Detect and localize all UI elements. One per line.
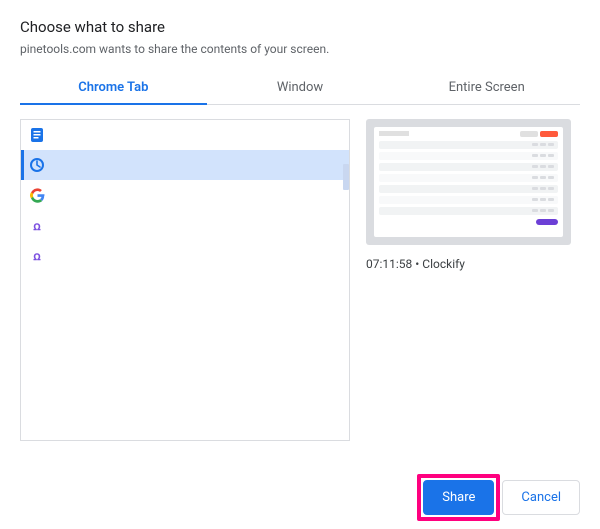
dialog-body: ꭥ ꭥ 07:11:58 • Clockify bbox=[20, 119, 580, 472]
tab-list-item[interactable] bbox=[21, 120, 349, 150]
source-type-tabs: Chrome Tab Window Entire Screen bbox=[20, 70, 580, 105]
dialog-footer: Share Cancel bbox=[20, 480, 580, 515]
tab-list-pane[interactable]: ꭥ ꭥ bbox=[20, 119, 350, 441]
tab-entire-screen[interactable]: Entire Screen bbox=[393, 70, 580, 104]
share-button[interactable]: Share bbox=[423, 480, 494, 515]
dialog-title: Choose what to share bbox=[20, 18, 580, 36]
tab-list-item[interactable] bbox=[21, 180, 349, 210]
clockify-icon bbox=[29, 157, 45, 173]
tab-list-item[interactable] bbox=[21, 150, 349, 180]
tab-list-item[interactable]: ꭥ bbox=[21, 210, 349, 240]
preview-label: 07:11:58 • Clockify bbox=[366, 257, 580, 271]
document-icon bbox=[29, 127, 45, 143]
tab-list-item[interactable]: ꭥ bbox=[21, 240, 349, 270]
google-icon bbox=[29, 187, 45, 203]
preview-pane: 07:11:58 • Clockify bbox=[366, 119, 580, 472]
app-a-icon: ꭥ bbox=[29, 217, 45, 233]
screen-share-dialog: Choose what to share pinetools.com wants… bbox=[0, 0, 600, 529]
tab-window[interactable]: Window bbox=[207, 70, 394, 104]
tab-chrome-tab[interactable]: Chrome Tab bbox=[20, 70, 207, 104]
preview-thumbnail[interactable] bbox=[366, 119, 571, 245]
dialog-subtitle: pinetools.com wants to share the content… bbox=[20, 42, 580, 56]
cancel-button[interactable]: Cancel bbox=[502, 480, 580, 515]
preview-content bbox=[374, 127, 563, 237]
app-a-icon: ꭥ bbox=[29, 247, 45, 263]
